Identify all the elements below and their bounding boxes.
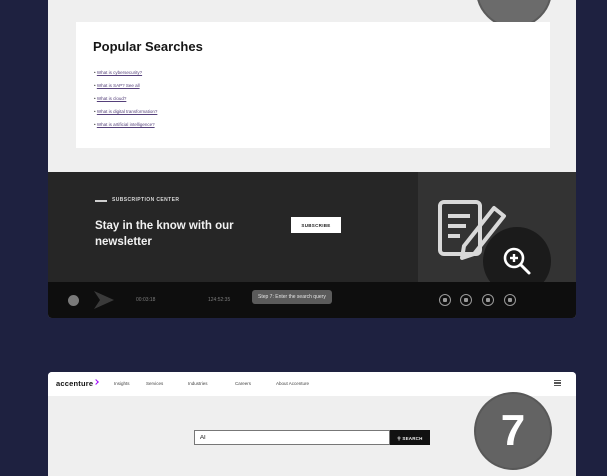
section-dash [95, 200, 107, 202]
nav-item-industries[interactable]: Industries [188, 381, 208, 386]
subscription-screenshot-card: Popular Searches • What is cybersecurity… [48, 0, 576, 318]
newsletter-headline: Stay in the know with our newsletter [95, 220, 234, 248]
logo-accent-icon [93, 379, 100, 385]
site-header: accenture Insights Services Industries C… [48, 372, 576, 396]
search-input[interactable] [194, 430, 390, 445]
facebook-icon[interactable] [460, 294, 472, 306]
step-tooltip: Step 7: Enter the search query [252, 290, 332, 304]
time-total: 124:52:35 [208, 297, 231, 303]
popular-search-item[interactable]: • What is digital transformation? [94, 105, 157, 118]
instagram-icon[interactable] [439, 294, 451, 306]
nav-item-careers[interactable]: Careers [235, 381, 251, 386]
youtube-icon[interactable] [504, 294, 516, 306]
popular-searches-list: • What is cybersecurity? • What is SAP? … [94, 66, 157, 131]
subscription-section: SUBSCRIPTION CENTER Stay in the know wit… [48, 172, 576, 318]
popular-search-item[interactable]: • What is cloud? [94, 92, 157, 105]
nav-item-about[interactable]: About Accenture [276, 381, 309, 386]
subscription-center-label: SUBSCRIPTION CENTER [112, 197, 180, 203]
subscription-content: SUBSCRIPTION CENTER Stay in the know wit… [48, 172, 418, 282]
play-icon[interactable] [68, 295, 79, 306]
nav-item-insights[interactable]: Insights [114, 381, 130, 386]
popular-search-item[interactable]: • What is SAP? See all [94, 79, 157, 92]
site-logo[interactable]: accenture [56, 379, 100, 388]
chevron-right-icon [94, 291, 114, 309]
nav-item-services[interactable]: Services [146, 381, 163, 386]
step-number-badge: 7 [474, 392, 552, 470]
subscribe-button[interactable]: SUBSCRIBE [291, 217, 341, 233]
time-elapsed: 00:03:18 [136, 297, 156, 303]
video-player-bar: 00:03:18 124:52:35 Step 7: Enter the sea… [48, 282, 576, 318]
search-screenshot-card: accenture Insights Services Industries C… [48, 372, 576, 476]
search-button[interactable]: ⚲ SEARCH [390, 430, 430, 445]
popular-search-item[interactable]: • What is artificial intelligence? [94, 118, 157, 131]
popular-searches-panel: Popular Searches • What is cybersecurity… [76, 22, 550, 148]
zoom-in-icon [503, 247, 531, 275]
popular-searches-title: Popular Searches [93, 39, 203, 54]
popular-search-item[interactable]: • What is cybersecurity? [94, 66, 157, 79]
menu-icon[interactable] [554, 380, 561, 386]
linkedin-icon[interactable] [482, 294, 494, 306]
